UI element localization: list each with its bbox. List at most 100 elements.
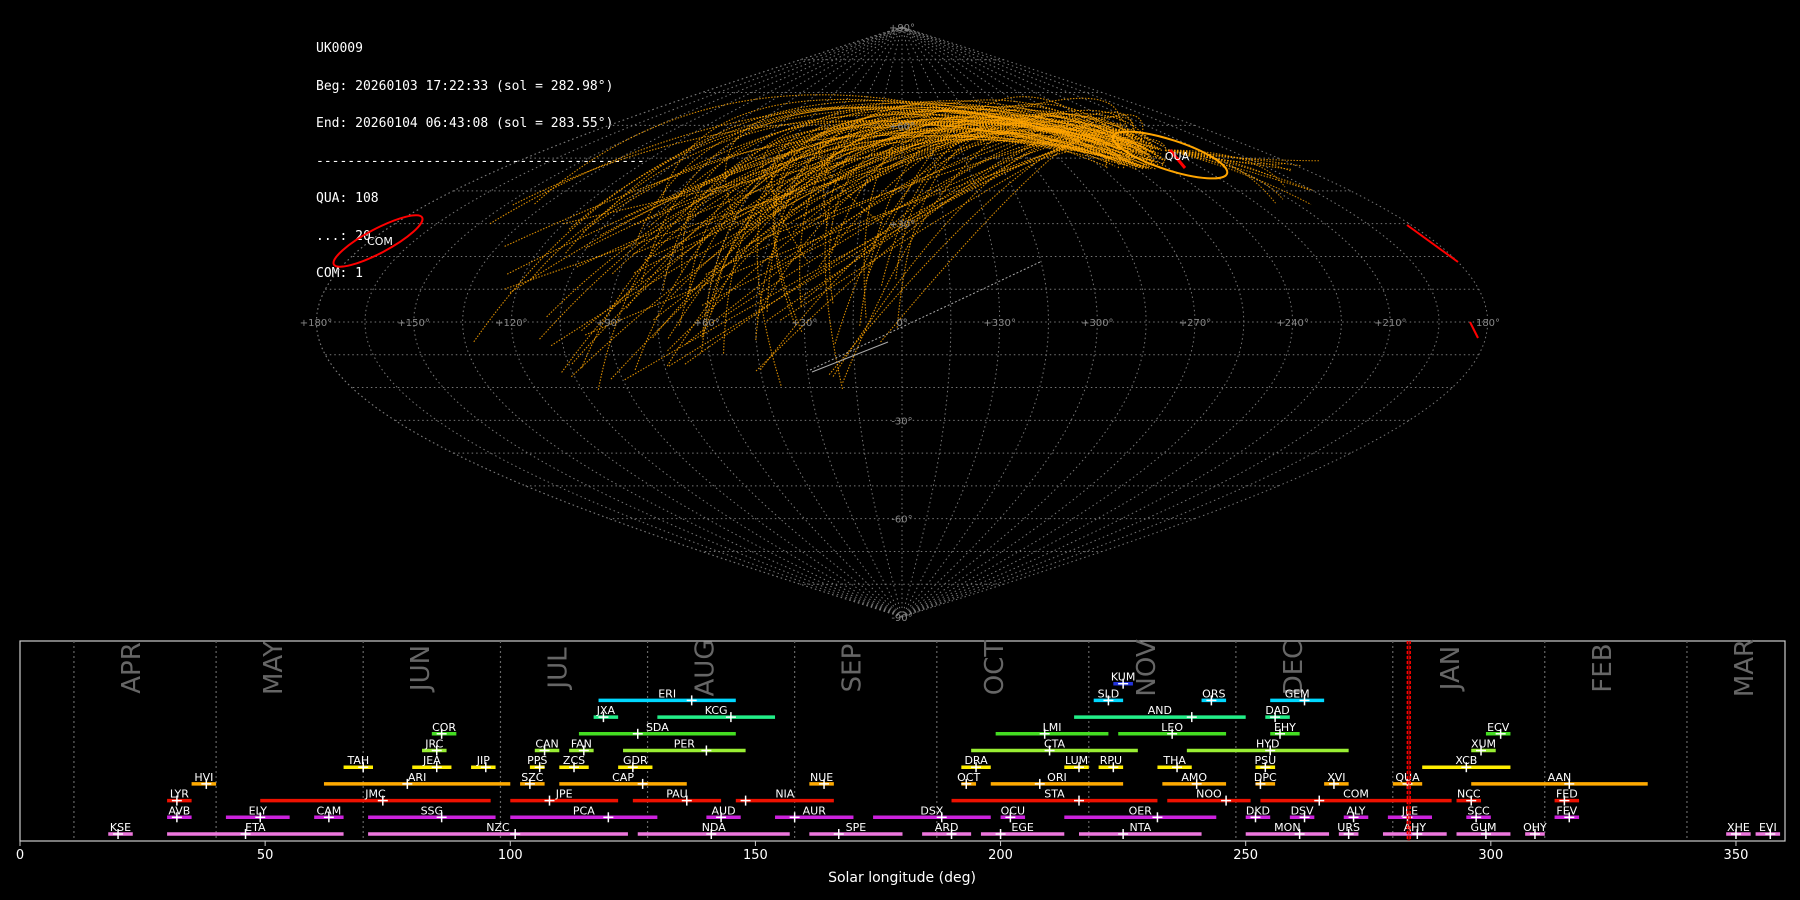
shower-code-label: HVI bbox=[194, 771, 213, 784]
shower-code-label: MON bbox=[1274, 821, 1300, 834]
radiant-label-com: COM bbox=[367, 235, 393, 248]
month-label: SEP bbox=[838, 644, 868, 693]
shower-code-label: JPE bbox=[555, 788, 573, 801]
shower-code-label: DPC bbox=[1254, 771, 1277, 784]
x-tick-label: 100 bbox=[498, 848, 523, 863]
latitude-label: +90° bbox=[889, 23, 915, 34]
shower-code-label: PPS bbox=[527, 754, 547, 767]
shower-code-label: SDA bbox=[646, 721, 669, 734]
month-label: NOV bbox=[1132, 639, 1162, 696]
meteor-track bbox=[634, 116, 1161, 371]
longitude-label: +180° bbox=[300, 318, 332, 329]
x-axis-label: Solar longitude (deg) bbox=[828, 870, 976, 886]
month-label: MAR bbox=[1730, 639, 1760, 697]
com-track bbox=[1406, 224, 1459, 263]
shower-code-label: EGE bbox=[1011, 821, 1033, 834]
shower-code-label: JXA bbox=[596, 704, 616, 717]
shower-code-label: KSE bbox=[110, 821, 131, 834]
shower-code-label: ORI bbox=[1047, 771, 1067, 784]
longitude-label: +30° bbox=[791, 318, 817, 329]
shower-code-label: COM bbox=[1343, 788, 1369, 801]
shower-code-label: ALY bbox=[1347, 804, 1366, 817]
shower-code-label: SSG bbox=[421, 804, 444, 817]
shower-code-label: NDA bbox=[702, 821, 727, 834]
shower-code-label: EHY bbox=[1274, 721, 1296, 734]
shower-code-label: AVB bbox=[168, 804, 190, 817]
shower-code-label: LYR bbox=[170, 788, 189, 801]
shower-code-label: NTA bbox=[1129, 821, 1151, 834]
shower-code-label: SCC bbox=[1467, 804, 1490, 817]
shower-code-label: JMC bbox=[364, 788, 386, 801]
shower-code-label: GDR bbox=[623, 754, 648, 767]
x-tick-label: 50 bbox=[257, 848, 274, 863]
shower-code-label: OCU bbox=[1001, 804, 1025, 817]
shower-bars: KUM ERI SLD ORS GEM JXA KCG AND DAD COR SDA LMI LEO E… bbox=[108, 641, 1781, 841]
month-label: JAN bbox=[1436, 646, 1466, 692]
radiant-sky-map: QUA COM +90° +60° +30° 0° -30° -60° -90° +180° +1… bbox=[300, 23, 1500, 624]
meteor-track bbox=[755, 125, 1142, 372]
shower-code-label: NIA bbox=[775, 788, 794, 801]
shower-code-label: JRC bbox=[424, 738, 443, 751]
shower-code-label: XHE bbox=[1727, 821, 1750, 834]
shower-code-label: XUM bbox=[1471, 738, 1496, 751]
sky-grid-labels: +90° +60° +30° 0° -30° -60° -90° +180° +150° +120… bbox=[300, 23, 1500, 624]
shower-code-label: ARD bbox=[935, 821, 959, 834]
shower-code-label: CAM bbox=[317, 804, 342, 817]
longitude-label: +330° bbox=[983, 318, 1015, 329]
shower-code-label: CAN bbox=[535, 738, 558, 751]
shower-code-label: AUD bbox=[712, 804, 736, 817]
shower-code-label: AMO bbox=[1181, 771, 1207, 784]
month-label: MAY bbox=[259, 641, 289, 695]
month-label: JUN bbox=[406, 645, 436, 693]
x-tick-label: 150 bbox=[743, 848, 768, 863]
shower-code-label: JLE bbox=[1401, 804, 1418, 817]
x-axis: 0 50 100 150 200 250 300 350 bbox=[16, 841, 1748, 863]
shower-code-label: KCG bbox=[705, 704, 728, 717]
shower-code-label: NCC bbox=[1457, 788, 1481, 801]
x-tick-label: 250 bbox=[1233, 848, 1258, 863]
shower-code-label: KUM bbox=[1111, 671, 1135, 684]
shower-code-label: DSV bbox=[1291, 804, 1314, 817]
shower-code-label: LMI bbox=[1043, 721, 1062, 734]
shower-code-label: ETA bbox=[245, 821, 266, 834]
radiant-label-qua: QUA bbox=[1165, 150, 1190, 163]
latitude-label: -60° bbox=[891, 515, 912, 526]
longitude-label: +210° bbox=[1374, 318, 1406, 329]
shower-code-label: GEM bbox=[1285, 687, 1310, 700]
shower-code-label: NZC bbox=[486, 821, 510, 834]
longitude-label: +240° bbox=[1276, 318, 1308, 329]
shower-code-label: ORS bbox=[1202, 687, 1225, 700]
shower-code-label: OHY bbox=[1523, 821, 1547, 834]
meteor-tracks: QUA COM bbox=[332, 94, 1479, 390]
shower-code-label: OCT bbox=[957, 771, 980, 784]
shower-code-label: XCB bbox=[1455, 754, 1477, 767]
shower-code-label: COR bbox=[432, 721, 456, 734]
timeline-frame bbox=[19, 640, 1786, 842]
month-label: AUG bbox=[691, 640, 721, 697]
shower-code-label: JIP bbox=[476, 754, 490, 767]
shower-code-label: LUM bbox=[1065, 754, 1088, 767]
longitude-label: +90° bbox=[596, 318, 622, 329]
shower-code-label: RPU bbox=[1100, 754, 1122, 767]
current-sol-band bbox=[1407, 641, 1411, 841]
month-label: FEB bbox=[1588, 643, 1618, 692]
shower-code-label: OER bbox=[1129, 804, 1153, 817]
month-label: JUL bbox=[543, 647, 573, 691]
shower-code-label: URS bbox=[1337, 821, 1360, 834]
meteor-track bbox=[581, 138, 1151, 369]
shower-code-label: FAN bbox=[571, 738, 592, 751]
shower-code-label: DAD bbox=[1265, 704, 1289, 717]
latitude-label: +30° bbox=[889, 220, 915, 231]
shower-code-label: DSX bbox=[920, 804, 943, 817]
shower-code-label: ARI bbox=[408, 771, 426, 784]
shower-code-label: CAP bbox=[612, 771, 634, 784]
shower-code-label: LEO bbox=[1161, 721, 1183, 734]
shower-code-label: DRA bbox=[964, 754, 988, 767]
shower-code-label: SPE bbox=[846, 821, 867, 834]
shower-code-label: PCA bbox=[573, 804, 595, 817]
longitude-label: 0° bbox=[896, 318, 907, 329]
shower-code-label: AND bbox=[1148, 704, 1172, 717]
shower-code-label: PSU bbox=[1254, 754, 1276, 767]
ecliptic-track bbox=[811, 341, 889, 373]
meteor-track bbox=[684, 143, 1161, 365]
